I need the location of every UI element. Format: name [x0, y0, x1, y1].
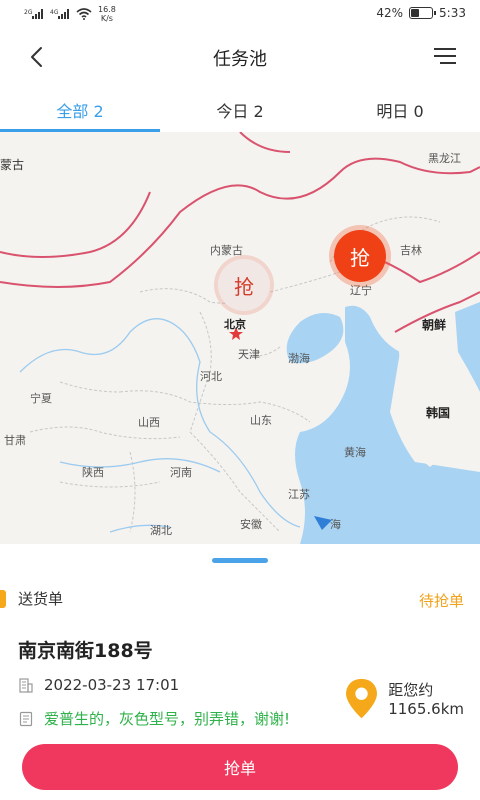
map-label-gansu: 甘肃 [4, 434, 26, 447]
map-label-huanghai: 黄海 [344, 446, 366, 459]
sheet-drag-handle[interactable] [212, 558, 268, 563]
status-left: 2G 4G 16.8 K/s [24, 5, 116, 23]
map-label-hubei: 湖北 [150, 524, 172, 537]
grab-marker-liaoning[interactable]: 抢 [334, 230, 386, 282]
tab-bar: 全部 2 今日 2 明日 0 [0, 86, 480, 132]
map-label-neimenggu: 内蒙古 [210, 244, 243, 257]
map-label-hanguo: 韩国 [426, 406, 451, 420]
network-type-1: 2G [24, 9, 33, 16]
order-type-marker [0, 589, 6, 608]
page-title: 任务池 [213, 49, 267, 70]
signal-icon: 2G [24, 9, 43, 19]
nav-bar: 任务池 [0, 30, 480, 84]
network-speed-unit: K/s [100, 14, 113, 23]
battery-percent: 42% [376, 6, 404, 20]
order-distance-row: 距您约1165.6km [339, 676, 464, 721]
order-type: 送货单 [0, 588, 63, 609]
map-base [0, 132, 480, 544]
order-distance: 距您约1165.6km [388, 681, 465, 718]
map-view[interactable]: 蒙古 黑龙江 内蒙古 吉林 辽宁 朝鲜 北京 天津 渤海 河北 宁夏 山西 山东… [0, 132, 480, 544]
order-note-row: 爱普生的，灰色型号，别弄错，谢谢! [18, 708, 290, 729]
network-speed: 16.8 K/s [98, 5, 116, 23]
map-label-beijing: 北京 [224, 318, 246, 331]
order-address: 南京南街188号 [18, 640, 153, 662]
clock: 5:33 [439, 6, 466, 20]
location-pin-icon [346, 678, 378, 719]
map-label-jiangsu: 江苏 [288, 488, 310, 501]
status-right: 42% 5:33 [376, 6, 466, 20]
map-label-shandong: 山东 [250, 414, 272, 427]
network-type-2: 4G [50, 9, 59, 16]
map-label-anhui: 安徽 [240, 518, 262, 531]
tab-today[interactable]: 今日 2 [160, 86, 320, 132]
map-label-heilongjiang: 黑龙江 [428, 152, 461, 165]
battery-icon [409, 7, 437, 19]
menu-icon[interactable] [434, 47, 456, 65]
building-icon [19, 678, 33, 693]
map-label-tianjin: 天津 [238, 348, 260, 361]
map-label-shanxi: 山西 [138, 416, 160, 429]
battery-fill [411, 9, 420, 17]
wifi-icon [76, 8, 92, 20]
map-label-bohai: 渤海 [288, 352, 310, 365]
note-icon [19, 711, 33, 726]
tab-all[interactable]: 全部 2 [0, 86, 160, 132]
map-label-shaanxi: 陕西 [82, 466, 104, 479]
map-label-shanghai: 海 [330, 518, 341, 531]
map-label-liaoning: 辽宁 [350, 284, 372, 297]
network-speed-value: 16.8 [98, 5, 116, 14]
order-note: 爱普生的，灰色型号，别弄错，谢谢! [44, 710, 291, 728]
order-status: 待抢单 [418, 592, 464, 610]
status-bar: 2G 4G 16.8 K/s 42% 5:33 [0, 0, 480, 30]
map-label-ningxia: 宁夏 [30, 392, 52, 405]
map-label-chaoxian: 朝鲜 [422, 318, 447, 332]
map-label-jilin: 吉林 [400, 244, 422, 257]
map-label-henan: 河南 [170, 466, 192, 479]
order-type-label: 送货单 [18, 590, 64, 608]
order-datetime-row: 2022-03-23 17:01 [18, 676, 179, 694]
map-label-hebei: 河北 [200, 370, 222, 383]
grab-marker-beijing[interactable]: 抢 [218, 259, 270, 311]
order-sheet: 送货单 待抢单 南京南街188号 2022-03-23 17:01 距您约116… [0, 544, 480, 800]
grab-order-button[interactable]: 抢单 [22, 744, 458, 790]
order-datetime: 2022-03-23 17:01 [44, 676, 180, 694]
signal-icon-2: 4G [50, 9, 69, 19]
tab-tomorrow[interactable]: 明日 0 [320, 86, 480, 132]
map-label-mongolia: 蒙古 [0, 158, 25, 172]
